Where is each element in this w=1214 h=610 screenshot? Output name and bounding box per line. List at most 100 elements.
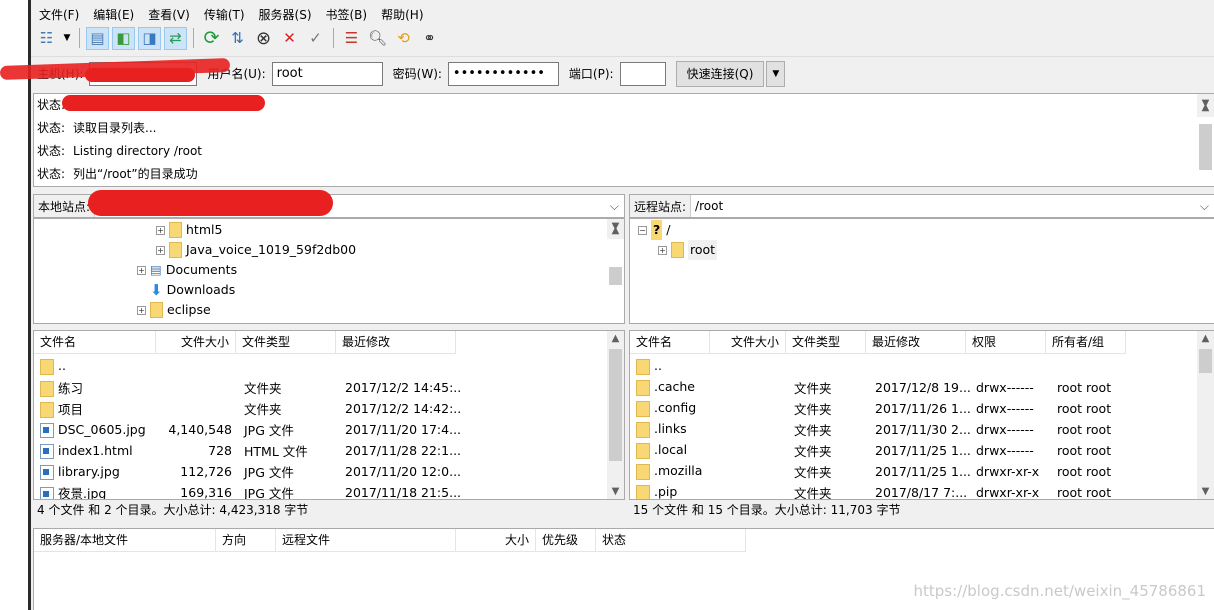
local-list-header: 文件名 文件大小 文件类型 最近修改	[34, 331, 456, 354]
documents-icon: ▤	[150, 262, 162, 277]
sync-browse-icon[interactable]: ⟲	[392, 27, 415, 50]
menu-bookmarks[interactable]: 书签(B)	[326, 4, 368, 25]
compare-icon[interactable]: 🔍︎	[366, 27, 389, 50]
cell: drwx------	[976, 401, 1034, 416]
tree-item[interactable]: ⬇ Downloads	[150, 280, 235, 300]
cell: root root	[1057, 464, 1112, 479]
menu-help[interactable]: 帮助(H)	[381, 4, 423, 25]
col-type[interactable]: 文件类型	[786, 331, 866, 353]
file-icon	[40, 422, 54, 438]
cell: 2017/11/26 1...	[875, 401, 970, 416]
col-direction[interactable]: 方向	[216, 529, 276, 551]
col-filename[interactable]: 文件名	[34, 331, 156, 353]
chevron-down-icon[interactable]: ⌵	[605, 199, 624, 214]
file-row[interactable]: library.jpg 112,726 JPG 文件 2017/11/20 12:0.…	[34, 461, 460, 482]
file-row[interactable]: 项目 文件夹 2017/12/2 14:42:...	[34, 398, 460, 419]
site-manager-icon[interactable]: ☷	[35, 27, 58, 50]
col-remote-file[interactable]: 远程文件	[276, 529, 456, 551]
tree-item[interactable]: + root	[658, 240, 718, 260]
refresh-icon[interactable]: ⟳	[200, 27, 223, 50]
col-modified[interactable]: 最近修改	[866, 331, 966, 353]
log-line: 状态: 读取目录列表...	[37, 121, 157, 135]
cell: JPG 文件	[244, 423, 294, 438]
file-row[interactable]: .local 文件夹 2017/11/25 1... drwx------ root r…	[630, 440, 1132, 461]
file-row[interactable]: 练习 文件夹 2017/12/2 14:45:...	[34, 377, 460, 398]
download-icon: ⬇	[150, 281, 163, 299]
menu-view[interactable]: 查看(V)	[148, 4, 190, 25]
cell: 2017/8/17 7:...	[875, 485, 968, 500]
toggle-local-tree-icon[interactable]: ◧	[112, 26, 135, 50]
dropdown-icon[interactable]: ▼	[61, 27, 73, 50]
menu-file[interactable]: 文件(F)	[39, 4, 79, 25]
cell: library.jpg	[58, 463, 120, 479]
file-row[interactable]: .pip 文件夹 2017/8/17 7:... drwxr-xr-x root roo…	[630, 482, 1132, 500]
file-icon	[40, 464, 54, 480]
cell: 文件夹	[244, 381, 282, 396]
col-local-file[interactable]: 服务器/本地文件	[34, 529, 216, 551]
tree-item[interactable]: −? /	[638, 220, 670, 240]
col-owner[interactable]: 所有者/组	[1046, 331, 1126, 353]
local-tree: + html5 + Java_voice_1019_59f2db00 + ▤ Docum…	[33, 218, 625, 324]
password-input[interactable]	[447, 61, 559, 86]
tree-item[interactable]: + html5	[156, 220, 222, 240]
menu-transfer[interactable]: 传输(T)	[204, 4, 245, 25]
folder-icon	[636, 358, 650, 375]
folder-icon	[636, 421, 650, 438]
quickconnect-button[interactable]: 快速连接(Q)	[675, 60, 765, 87]
cell: 文件夹	[794, 465, 832, 480]
folder-icon	[636, 484, 650, 499]
tree-item[interactable]: + eclipse	[137, 300, 211, 320]
menu-bar: 文件(F) 编辑(E) 查看(V) 传输(T) 服务器(S) 书签(B) 帮助(…	[39, 4, 424, 25]
cancel-icon[interactable]: ⊗	[252, 27, 275, 50]
folder-icon	[636, 463, 650, 480]
toggle-remote-tree-icon[interactable]: ◨	[138, 26, 161, 50]
toggle-log-icon[interactable]: ▤	[86, 26, 109, 50]
filter-icon[interactable]: ☰	[340, 27, 363, 50]
cell: drwx------	[976, 422, 1034, 437]
menu-edit[interactable]: 编辑(E)	[93, 4, 134, 25]
file-row[interactable]: 夜景.jpg 169,316 JPG 文件 2017/11/18 21:5...	[34, 482, 460, 500]
file-row[interactable]: ..	[34, 356, 460, 377]
cell: root root	[1057, 443, 1112, 458]
col-size[interactable]: 大小	[456, 529, 536, 551]
process-queue-icon[interactable]: ⇅	[226, 27, 249, 50]
local-list-scrollbar[interactable]: ▲ ▼	[607, 331, 624, 499]
tree-item[interactable]: + Java_voice_1019_59f2db00	[156, 240, 356, 260]
col-type[interactable]: 文件类型	[236, 331, 336, 353]
file-row[interactable]: index1.html 728 HTML 文件 2017/11/28 22:1...	[34, 440, 460, 461]
log-line: 状态: 列出“/root”的目录成功	[37, 167, 198, 181]
toggle-queue-icon[interactable]: ⇄	[164, 26, 187, 50]
file-row[interactable]: .config 文件夹 2017/11/26 1... drwx------ root …	[630, 398, 1132, 419]
cell: .cache	[654, 379, 695, 395]
disconnect-icon[interactable]: ✕	[278, 27, 301, 50]
remote-list-scrollbar[interactable]: ▲ ▼	[1197, 331, 1214, 499]
file-row[interactable]: .mozilla 文件夹 2017/11/25 1... drwxr-xr-x root…	[630, 461, 1132, 482]
search-icon[interactable]: ⚭	[418, 27, 441, 50]
local-tree-scrollbar[interactable]: ▲ ▼	[607, 219, 624, 285]
col-filename[interactable]: 文件名	[630, 331, 710, 353]
cell: 练习	[58, 380, 84, 396]
col-size[interactable]: 文件大小	[710, 331, 786, 353]
col-size[interactable]: 文件大小	[156, 331, 236, 353]
file-row[interactable]: .links 文件夹 2017/11/30 2... drwx------ root r…	[630, 419, 1132, 440]
file-row[interactable]: ..	[630, 356, 1132, 377]
username-input[interactable]	[271, 61, 383, 86]
col-permissions[interactable]: 权限	[966, 331, 1046, 353]
cell: 2017/12/8 19...	[875, 380, 970, 395]
port-input[interactable]	[619, 61, 666, 86]
cell: JPG 文件	[244, 486, 294, 500]
quickconnect-dropdown[interactable]: ▼	[766, 60, 786, 87]
col-priority[interactable]: 优先级	[536, 529, 596, 551]
menu-server[interactable]: 服务器(S)	[259, 4, 312, 25]
chevron-down-icon[interactable]: ⌵	[1195, 199, 1214, 214]
cell: DSC_0605.jpg	[58, 421, 146, 437]
remote-list-header: 文件名 文件大小 文件类型 最近修改 权限 所有者/组	[630, 331, 1126, 354]
file-row[interactable]: .cache 文件夹 2017/12/8 19... drwx------ root r…	[630, 377, 1132, 398]
file-row[interactable]: DSC_0605.jpg 4,140,548 JPG 文件 2017/11/20 17…	[34, 419, 460, 440]
col-status[interactable]: 状态	[596, 529, 746, 551]
log-scrollbar[interactable]: ▲ ▼	[1197, 94, 1214, 170]
tree-item[interactable]: + ▤ Documents	[137, 260, 237, 280]
remote-site-path[interactable]: /root	[691, 199, 1195, 213]
col-modified[interactable]: 最近修改	[336, 331, 456, 353]
reconnect-icon[interactable]: ✓	[304, 27, 327, 50]
